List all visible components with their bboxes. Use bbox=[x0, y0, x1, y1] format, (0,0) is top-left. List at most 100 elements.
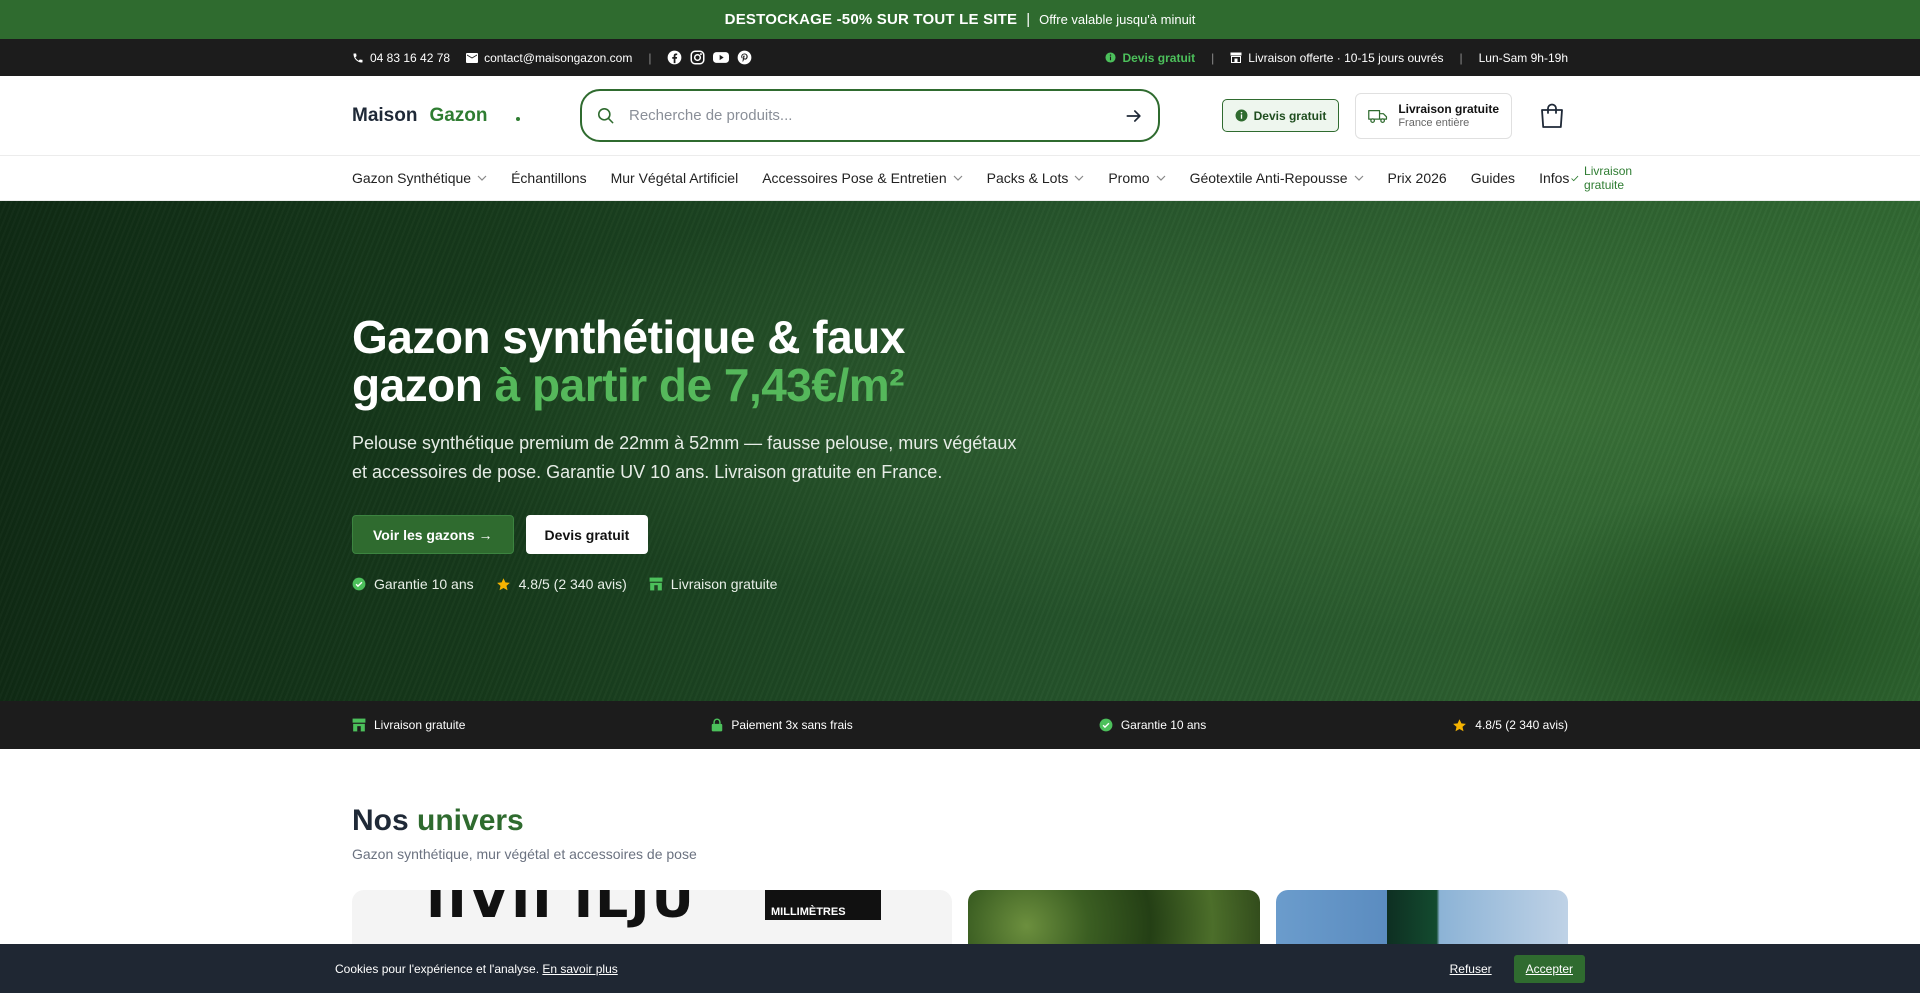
mail-icon bbox=[466, 52, 479, 63]
hero-badge-garantie: Garantie 10 ans bbox=[352, 576, 474, 592]
nav-item-geotextile[interactable]: Géotextile Anti-Repousse bbox=[1190, 170, 1364, 186]
hero-title-line2: gazon bbox=[352, 359, 483, 411]
nav-label: Packs & Lots bbox=[986, 170, 1069, 186]
phone-icon bbox=[353, 53, 363, 62]
social-links bbox=[667, 50, 752, 65]
nav-item-packs-lots[interactable]: Packs & Lots bbox=[987, 170, 1085, 186]
nav-item-infos[interactable]: Infos bbox=[1539, 170, 1569, 186]
check-circle-icon bbox=[352, 577, 366, 591]
trust-item-livraison: Livraison gratuite bbox=[352, 718, 465, 732]
topbar-separator: | bbox=[1211, 50, 1215, 65]
nav-item-gazon-synthetique[interactable]: Gazon Synthétique bbox=[352, 170, 487, 186]
star-icon bbox=[496, 577, 510, 590]
header-devis-label: Devis gratuit bbox=[1253, 108, 1327, 123]
nav-item-accessoires[interactable]: Accessoires Pose & Entretien bbox=[762, 170, 963, 186]
nav-label: Infos bbox=[1539, 170, 1570, 186]
hero-description: Pelouse synthétique premium de 22mm à 52… bbox=[352, 433, 1017, 482]
youtube-icon[interactable] bbox=[713, 50, 730, 65]
chevron-down-icon bbox=[1074, 175, 1084, 181]
cart-button[interactable] bbox=[1536, 100, 1568, 132]
phone-number: 04 83 16 42 78 bbox=[370, 50, 451, 65]
trust-item-rating: 4.8/5 (2 340 avis) bbox=[1452, 718, 1568, 733]
store-icon bbox=[352, 718, 366, 732]
univers-title: Nos univers bbox=[352, 804, 1568, 838]
topbar-devis-label: Devis gratuit bbox=[1122, 50, 1196, 65]
store-icon bbox=[1230, 52, 1242, 63]
store-icon bbox=[649, 577, 663, 591]
trust-label: 4.8/5 (2 340 avis) bbox=[1475, 718, 1568, 732]
hero-badge-rating: 4.8/5 (2 340 avis) bbox=[496, 576, 627, 592]
search-input[interactable] bbox=[629, 107, 1124, 124]
trust-item-garantie: Garantie 10 ans bbox=[1099, 718, 1206, 732]
livraison-box-sub: France entière bbox=[1398, 117, 1470, 129]
nav-label: Gazon Synthétique bbox=[352, 170, 472, 186]
topbar-separator: | bbox=[648, 50, 652, 65]
hero-devis-button[interactable]: Devis gratuit bbox=[525, 515, 649, 554]
topbar-separator: | bbox=[1459, 50, 1463, 65]
nav-item-mur-vegetal[interactable]: Mur Végétal Artificiel bbox=[611, 170, 739, 186]
trust-label: Livraison gratuite bbox=[374, 718, 466, 732]
nav-label: Géotextile Anti-Repousse bbox=[1189, 170, 1348, 186]
site-logo[interactable]: Maison Gazon bbox=[352, 105, 580, 127]
promo-sub: Offre valable jusqu'à minuit bbox=[1039, 12, 1196, 27]
phone-link[interactable]: 04 83 16 42 78 bbox=[352, 51, 450, 65]
opening-hours: Lun-Sam 9h-19h bbox=[1478, 50, 1568, 65]
nav-label: Échantillons bbox=[511, 170, 587, 186]
header-devis-button[interactable]: Devis gratuit bbox=[1221, 99, 1340, 132]
promo-bar: DESTOCKAGE -50% SUR TOUT LE SITE | Offre… bbox=[0, 0, 1920, 39]
hero-badge-label: Livraison gratuite bbox=[670, 576, 778, 592]
topbar-livraison: Livraison offerte · 10-15 jours ouvrés bbox=[1230, 51, 1443, 65]
check-icon bbox=[1571, 175, 1579, 181]
nav-label: Guides bbox=[1470, 170, 1516, 186]
hero-badges: Garantie 10 ans 4.8/5 (2 340 avis) Livra… bbox=[352, 576, 1052, 592]
trust-bar: Livraison gratuite Paiement 3x sans frai… bbox=[0, 701, 1920, 749]
hero-title-line1: Gazon synthétique & faux bbox=[352, 311, 905, 363]
hero-badge-label: 4.8/5 (2 340 avis) bbox=[518, 576, 627, 592]
main-nav: Gazon Synthétique Échantillons Mur Végét… bbox=[0, 156, 1920, 201]
see-gazons-button[interactable]: Voir les gazons → bbox=[352, 515, 514, 554]
cookie-accept-button[interactable]: Accepter bbox=[1513, 954, 1585, 983]
instagram-icon[interactable] bbox=[690, 50, 705, 65]
promo-separator: | bbox=[1026, 11, 1031, 28]
star-icon bbox=[1453, 718, 1467, 731]
nav-label: Mur Végétal Artificiel bbox=[610, 170, 739, 186]
facebook-icon[interactable] bbox=[667, 50, 682, 65]
nav-label: Accessoires Pose & Entretien bbox=[762, 170, 947, 186]
univers-title-a: Nos bbox=[352, 804, 409, 837]
univers-subtitle: Gazon synthétique, mur végétal et access… bbox=[352, 846, 697, 862]
site-header: Maison Gazon Devis gratuit Livraison gra… bbox=[0, 76, 1920, 156]
nav-item-echantillons[interactable]: Échantillons bbox=[511, 170, 587, 186]
hero-title-highlight: à partir de 7,43€/m² bbox=[494, 359, 905, 411]
arrow-right-icon[interactable] bbox=[1124, 106, 1144, 126]
pinterest-icon[interactable] bbox=[737, 50, 752, 65]
topbar-livraison-label: Livraison offerte · 10-15 jours ouvrés bbox=[1248, 50, 1444, 65]
nav-item-promo[interactable]: Promo bbox=[1108, 170, 1165, 186]
trust-label: Paiement 3x sans frais bbox=[731, 718, 853, 732]
nav-item-guides[interactable]: Guides bbox=[1471, 170, 1515, 186]
card-banner-mm: MILLIMÈTRES bbox=[765, 890, 881, 920]
hero-badge-livraison: Livraison gratuite bbox=[649, 576, 778, 592]
chevron-down-icon bbox=[1156, 175, 1165, 181]
hero-title: Gazon synthétique & faux gazon à partir … bbox=[352, 313, 1052, 409]
nav-livraison-badge: Livraison gratuite bbox=[1571, 164, 1637, 192]
hero-badge-label: Garantie 10 ans bbox=[374, 576, 474, 592]
info-icon bbox=[1105, 52, 1116, 63]
email-link[interactable]: contact@maisongazon.com bbox=[466, 51, 632, 65]
promo-main: DESTOCKAGE -50% SUR TOUT LE SITE bbox=[724, 11, 1018, 28]
chevron-down-icon bbox=[1354, 175, 1363, 181]
topbar-devis[interactable]: Devis gratuit bbox=[1105, 51, 1195, 65]
chevron-down-icon bbox=[477, 175, 487, 181]
cookie-learn-more-link[interactable]: En savoir plus bbox=[542, 962, 617, 976]
truck-icon bbox=[1368, 109, 1388, 123]
nav-item-prix-2026[interactable]: Prix 2026 bbox=[1388, 170, 1447, 186]
nav-livraison-label: Livraison gratuite bbox=[1584, 164, 1633, 192]
email-address: contact@maisongazon.com bbox=[484, 50, 633, 65]
logo-text-gazon: Gazon bbox=[429, 104, 488, 126]
check-circle-icon bbox=[1099, 718, 1113, 732]
cookie-refuse-button[interactable]: Refuser bbox=[1450, 962, 1492, 976]
cookie-message: Cookies pour l'expérience et l'analyse. … bbox=[335, 962, 618, 976]
logo-text-maison: Maison bbox=[352, 104, 418, 126]
lock-icon bbox=[712, 718, 723, 732]
cookie-text: Cookies pour l'expérience et l'analyse. bbox=[335, 961, 540, 976]
shopping-bag-icon bbox=[1541, 103, 1563, 128]
